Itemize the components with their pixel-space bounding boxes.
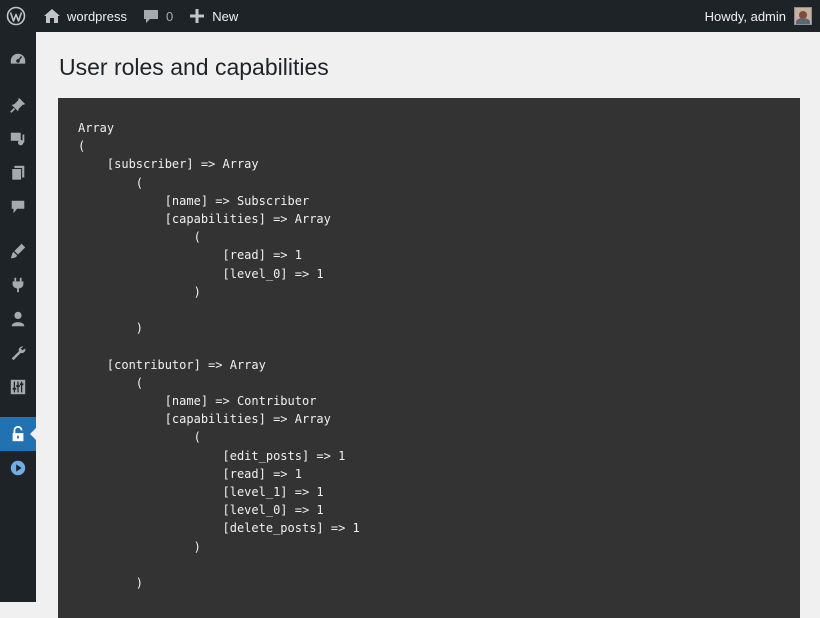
plugins-icon bbox=[12, 277, 24, 293]
menu-media-player[interactable] bbox=[0, 451, 36, 485]
menu-comments[interactable] bbox=[0, 190, 36, 224]
site-name: wordpress bbox=[67, 8, 127, 24]
appearance-brush-icon bbox=[10, 243, 26, 259]
wordpress-logo-button[interactable] bbox=[0, 0, 35, 32]
pages-icon bbox=[11, 165, 25, 181]
menu-tools[interactable] bbox=[0, 336, 36, 370]
page-title: User roles and capabilities bbox=[59, 54, 329, 80]
comments-link[interactable]: 0 bbox=[134, 0, 180, 32]
code-output-panel: Array ( [subscriber] => Array ( [name] =… bbox=[58, 98, 800, 618]
menu-appearance[interactable] bbox=[0, 234, 36, 268]
comments-icon bbox=[11, 200, 25, 214]
dashboard-icon bbox=[10, 53, 26, 64]
admin-bar: wordpress 0 New Howdy, admin bbox=[0, 0, 820, 32]
admin-menu bbox=[0, 32, 36, 602]
home-icon bbox=[42, 6, 62, 26]
menu-settings[interactable] bbox=[0, 370, 36, 404]
settings-sliders-icon bbox=[10, 379, 26, 395]
new-content-link[interactable]: New bbox=[180, 0, 245, 32]
tools-wrench-icon bbox=[11, 346, 26, 361]
media-icon bbox=[10, 132, 25, 146]
plus-icon bbox=[187, 6, 207, 26]
menu-users[interactable] bbox=[0, 302, 36, 336]
menu-user-role-editor[interactable] bbox=[0, 417, 36, 451]
menu-posts[interactable] bbox=[0, 88, 36, 122]
users-icon bbox=[11, 311, 25, 327]
posts-pin-icon bbox=[10, 97, 26, 113]
comment-icon bbox=[141, 6, 161, 26]
wordpress-logo-icon bbox=[6, 6, 26, 26]
menu-media[interactable] bbox=[0, 122, 36, 156]
lock-icon bbox=[12, 425, 24, 442]
main-content: User roles and capabilities Array ( [sub… bbox=[36, 32, 820, 618]
roles-array-dump: Array ( [subscriber] => Array ( [name] =… bbox=[78, 121, 360, 591]
menu-plugins[interactable] bbox=[0, 268, 36, 302]
menu-dashboard[interactable] bbox=[0, 43, 36, 77]
comments-count: 0 bbox=[165, 8, 174, 24]
menu-pages[interactable] bbox=[0, 156, 36, 190]
site-name-link[interactable]: wordpress bbox=[35, 0, 134, 32]
my-account-link[interactable]: Howdy, admin bbox=[698, 0, 820, 32]
howdy-text: Howdy, admin bbox=[704, 8, 786, 24]
avatar bbox=[794, 7, 812, 25]
new-label: New bbox=[212, 8, 239, 24]
play-circle-icon bbox=[10, 460, 26, 476]
